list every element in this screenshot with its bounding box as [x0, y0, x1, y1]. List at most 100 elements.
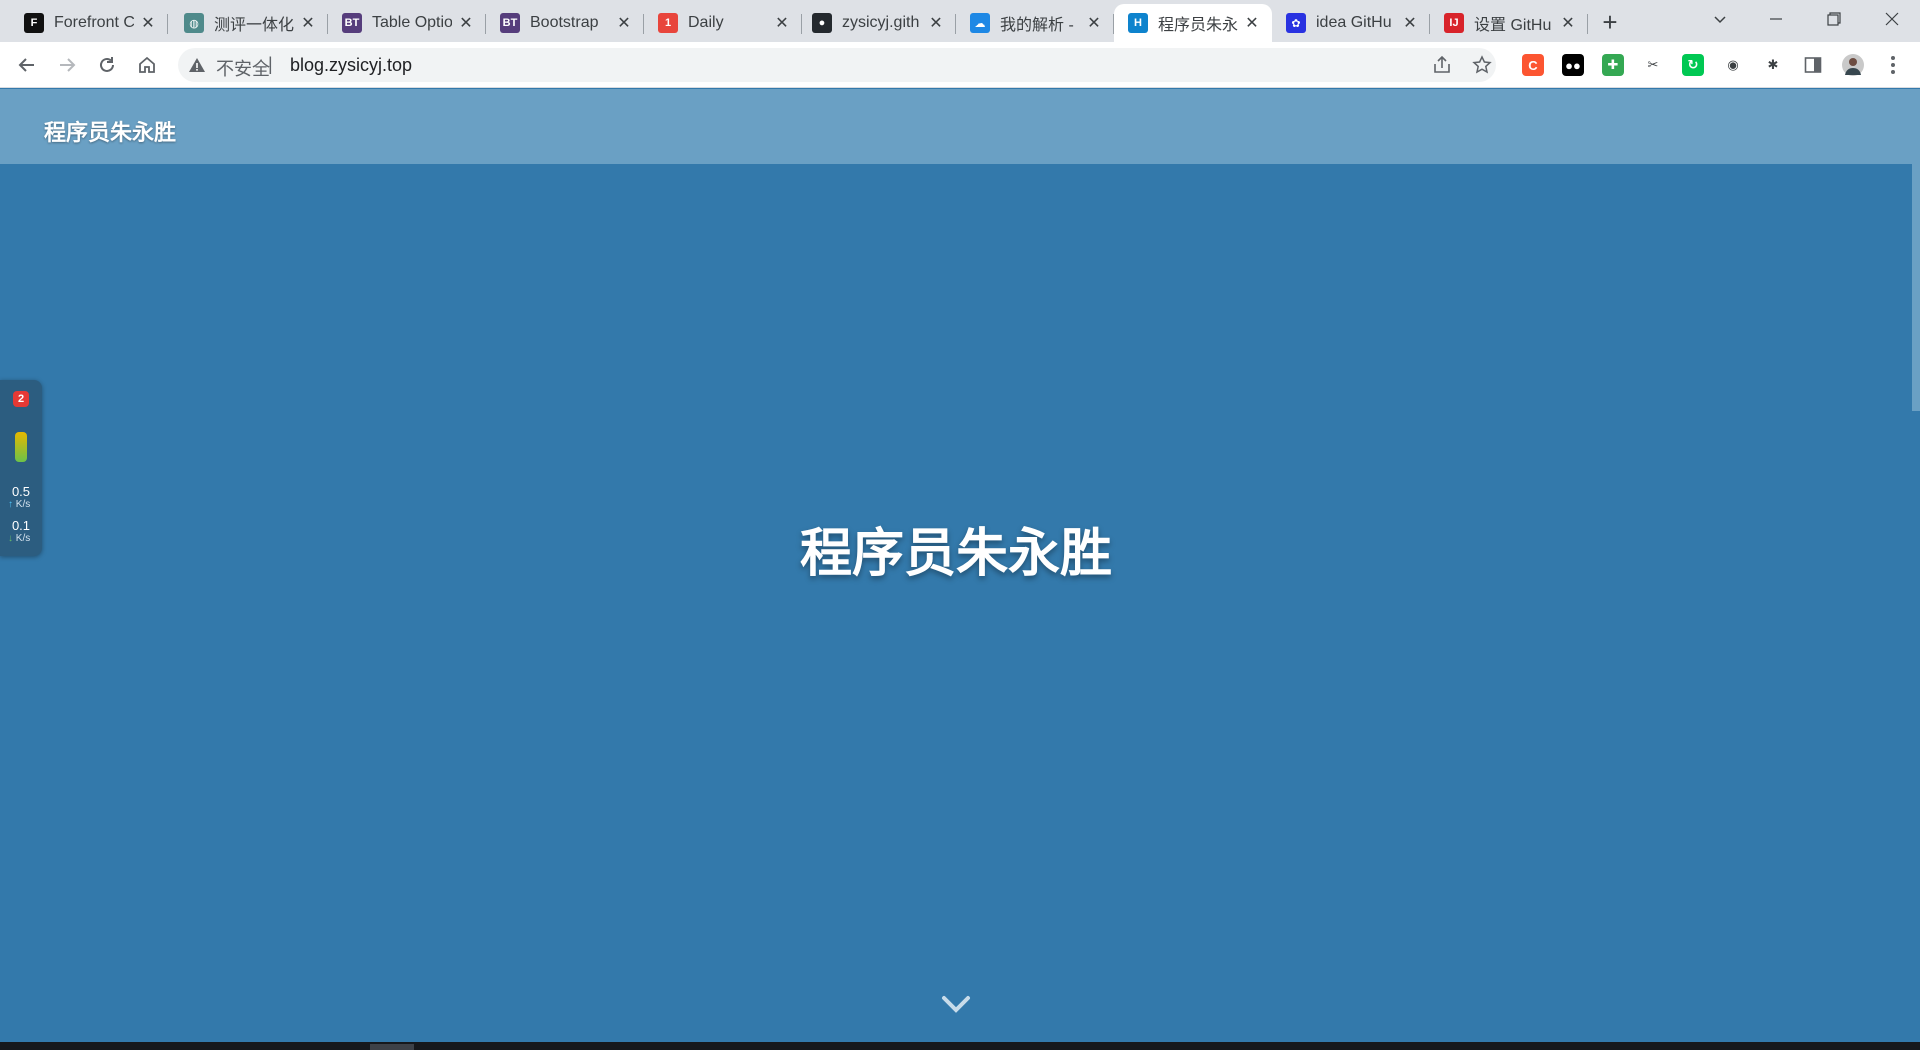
- tab-separator: [167, 14, 168, 34]
- reload-button[interactable]: [91, 49, 123, 81]
- address-bar[interactable]: 不安全 | blog.zysicyj.top: [178, 48, 1496, 82]
- tab-title: 我的解析 -: [1000, 17, 1074, 34]
- close-icon[interactable]: ✕: [1400, 13, 1420, 33]
- forefront-icon: F: [24, 13, 44, 33]
- close-window-button[interactable]: [1864, 0, 1920, 38]
- baidu-paw-icon: ✿: [1286, 13, 1306, 33]
- menu-button[interactable]: [1882, 54, 1904, 76]
- green-sync-extension-icon[interactable]: ↻: [1682, 54, 1704, 76]
- download-speed-value: 0.1: [11, 518, 31, 533]
- tab-title: Table Optio: [372, 14, 452, 31]
- close-icon[interactable]: ✕: [614, 13, 634, 33]
- minimize-button[interactable]: [1748, 0, 1804, 38]
- browser-tab[interactable]: BT Table Optio ✕: [328, 4, 486, 42]
- browser-tab[interactable]: H 程序员朱永 ✕: [1114, 4, 1272, 42]
- arrow-right-icon: [60, 58, 76, 72]
- extensions-puzzle-icon[interactable]: ✱: [1762, 54, 1784, 76]
- close-icon[interactable]: ✕: [1558, 13, 1578, 33]
- upload-speed-unit: ↑ K/s: [8, 499, 30, 510]
- calendar-icon: 1: [658, 13, 678, 33]
- bt-icon: BT: [500, 13, 520, 33]
- forward-button[interactable]: [51, 49, 83, 81]
- browser-tab[interactable]: ✿ idea GitHu ✕: [1272, 4, 1430, 42]
- chevron-down-icon[interactable]: [941, 993, 971, 1015]
- home-button[interactable]: [131, 49, 163, 81]
- scrollbar-thumb[interactable]: [1912, 89, 1920, 411]
- download-speed-unit: ↓ K/s: [8, 533, 30, 544]
- hexo-icon: H: [1128, 13, 1148, 33]
- close-icon: [1885, 12, 1899, 26]
- close-icon[interactable]: ✕: [926, 13, 946, 33]
- network-speed-widget[interactable]: 2 0.5 ↑ K/s 0.1 ↓ K/s: [0, 380, 42, 556]
- reload-icon: [100, 57, 114, 72]
- back-button[interactable]: [11, 49, 43, 81]
- taskbar-strip: [0, 1042, 1920, 1050]
- chevron-down-icon: [1714, 16, 1726, 24]
- bookmark-star-icon[interactable]: [1472, 55, 1492, 75]
- tab-separator: [1587, 14, 1588, 34]
- home-icon: [139, 56, 155, 73]
- close-icon[interactable]: ✕: [298, 13, 318, 33]
- tab-title: 程序员朱永: [1158, 17, 1238, 34]
- intellij-icon: IJ: [1444, 13, 1464, 33]
- tab-title: idea GitHu: [1316, 14, 1392, 31]
- scissors-extension-icon[interactable]: ✂: [1642, 54, 1664, 76]
- close-icon[interactable]: ✕: [456, 13, 476, 33]
- browser-tab[interactable]: IJ 设置 GitHu ✕: [1430, 4, 1588, 42]
- side-panel-button[interactable]: [1802, 54, 1824, 76]
- browser-tab[interactable]: F Forefront C ✕: [10, 4, 168, 42]
- minimize-icon: [1770, 18, 1782, 20]
- side-panel-icon: [1804, 57, 1822, 73]
- not-secure-label[interactable]: 不安全: [216, 55, 270, 81]
- close-icon[interactable]: ✕: [1242, 13, 1262, 33]
- tab-title: Bootstrap: [530, 14, 599, 31]
- notification-badge[interactable]: 2: [13, 391, 29, 407]
- site-title-link[interactable]: 程序员朱永胜: [44, 115, 176, 147]
- tab-title: Forefront C: [54, 14, 134, 31]
- arrow-left-icon: [18, 58, 34, 72]
- hero-section: 程序员朱永胜: [0, 164, 1912, 1042]
- upload-speed-value: 0.5: [11, 484, 31, 499]
- close-icon[interactable]: ✕: [772, 13, 792, 33]
- download-unit-label: K/s: [15, 533, 31, 544]
- security-separator: |: [268, 54, 273, 74]
- browser-tab[interactable]: BT Bootstrap ✕: [486, 4, 644, 42]
- avatar-icon: [1845, 58, 1861, 75]
- kebab-menu-icon: [1891, 56, 1895, 74]
- browser-tab[interactable]: ☁ 我的解析 - ✕: [956, 4, 1114, 42]
- tab-title: 测评一体化: [214, 17, 294, 34]
- close-icon[interactable]: ✕: [1084, 13, 1104, 33]
- bt-icon: BT: [342, 13, 362, 33]
- csdn-extension-icon[interactable]: C: [1522, 54, 1544, 76]
- url-text[interactable]: blog.zysicyj.top: [290, 55, 412, 76]
- globe-icon: ◍: [184, 13, 204, 33]
- restore-icon: [1827, 12, 1841, 26]
- tab-strip: F Forefront C ✕ ◍ 测评一体化 ✕ BT Table Optio ✕ BT Boot…: [0, 0, 1920, 42]
- tab-title: zysicyj.gith: [842, 14, 920, 31]
- taskbar-indicator: [370, 1044, 414, 1050]
- close-icon[interactable]: ✕: [138, 13, 158, 33]
- browser-tab[interactable]: ◍ 测评一体化 ✕: [170, 4, 328, 42]
- arrow-up-icon: ↑: [8, 499, 13, 510]
- upload-unit-label: K/s: [15, 499, 31, 510]
- warning-triangle-icon[interactable]: [188, 56, 206, 74]
- arrow-down-icon: ↓: [8, 533, 13, 544]
- memory-level-icon: [15, 432, 27, 462]
- tampermonkey-icon[interactable]: ●●: [1562, 54, 1584, 76]
- restore-button[interactable]: [1806, 0, 1862, 38]
- hero-title: 程序员朱永胜: [799, 524, 1112, 584]
- new-tab-button[interactable]: +: [1596, 7, 1624, 37]
- profile-avatar[interactable]: [1842, 54, 1864, 76]
- page-scrollbar[interactable]: [1912, 89, 1920, 1042]
- share-icon[interactable]: [1432, 55, 1452, 75]
- tab-search-button[interactable]: [1692, 0, 1748, 38]
- green-puzzle-extension-icon[interactable]: ✚: [1602, 54, 1624, 76]
- tab-title: 设置 GitHu: [1474, 17, 1552, 34]
- tab-title: Daily: [688, 14, 724, 31]
- browser-toolbar: 不安全 | blog.zysicyj.top C ●● ✚ ✂ ↻ ◉ ✱: [0, 42, 1920, 88]
- browser-tab[interactable]: 1 Daily ✕: [644, 4, 802, 42]
- browser-tab[interactable]: ● zysicyj.gith ✕: [798, 4, 956, 42]
- site-header: 程序员朱永胜: [0, 89, 1912, 164]
- gray-circles-extension-icon[interactable]: ◉: [1722, 54, 1744, 76]
- github-icon: ●: [812, 13, 832, 33]
